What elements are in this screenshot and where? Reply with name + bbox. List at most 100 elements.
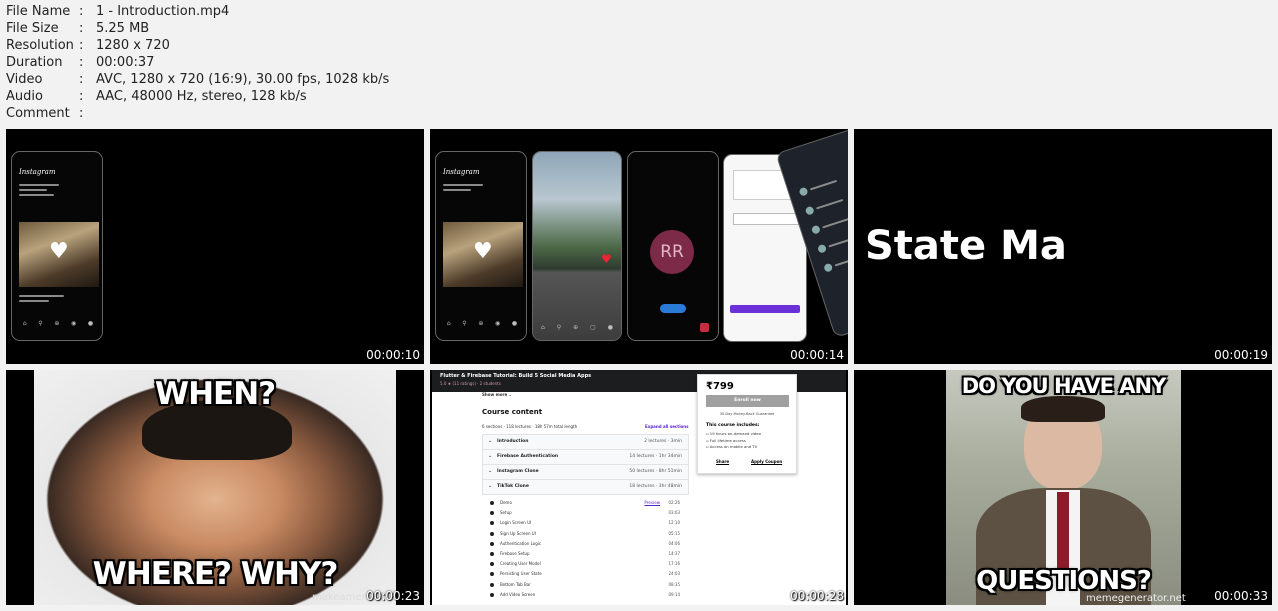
lecture-item[interactable]: Add Video Screen 09:14: [490, 592, 680, 597]
meme-top-caption: DO YOU HAVE ANY: [961, 374, 1167, 398]
meme-image: WHEN? WHERE? WHY?: [34, 370, 396, 605]
play-icon: [490, 511, 494, 516]
section-title: Introduction: [497, 439, 529, 444]
lecture-duration: 05:15: [668, 530, 680, 536]
lecture-duration: 14:37: [668, 551, 680, 556]
preview-link[interactable]: Preview: [644, 500, 660, 505]
apply-coupon-button[interactable]: Apply Coupon: [751, 459, 782, 464]
section-info: 50 lectures · 8hr 51min: [629, 469, 682, 474]
timestamp: 00:00:28: [790, 589, 844, 603]
chevron-down-icon: ⌄: [488, 483, 493, 489]
lecture-item[interactable]: Firebase Setup 14:37: [490, 551, 680, 556]
lecture-item[interactable]: Setup 03:03: [490, 510, 680, 516]
play-icon: [490, 582, 494, 587]
watermark: memegenerator.net: [1086, 593, 1186, 604]
timestamp: 00:00:14: [790, 348, 844, 362]
lecture-title: Authentication Logic: [500, 540, 542, 546]
meme-bottom-caption: QUESTIONS?: [976, 566, 1152, 596]
lecture-title: Demo: [500, 500, 512, 505]
section-title: Firebase Authentication: [497, 454, 559, 459]
heart-icon: ♥: [473, 239, 493, 264]
course-page: Flutter & Firebase Tutorial: Build 5 Soc…: [432, 370, 846, 605]
thumbnail-6[interactable]: DO YOU HAVE ANY QUESTIONS? memegenerator…: [854, 370, 1272, 605]
play-icon: [490, 541, 494, 546]
instagram-logo: Instagram: [19, 168, 56, 176]
include-item: ▫ 19 hours on-demand video: [706, 431, 761, 436]
lecture-title: Bottom Tab Bar: [500, 581, 531, 587]
lecture-item[interactable]: Demo Preview 02:26: [490, 500, 680, 505]
lecture-duration: 03:03: [668, 510, 680, 516]
section-title: Instagram Clone: [497, 469, 539, 474]
lecture-item[interactable]: Sign Up Screen UI 05:15: [490, 531, 680, 536]
meme-top-caption: WHEN?: [154, 376, 276, 412]
lecture-duration: 02:26: [668, 500, 680, 505]
phone-instagram: Instagram ♥ ⌂ ⚲ ⊕ ◉ ●: [435, 151, 527, 341]
meme-image: DO YOU HAVE ANY QUESTIONS?: [946, 370, 1181, 605]
play-icon: [490, 562, 494, 567]
timestamp: 00:00:19: [1214, 348, 1268, 362]
lecture-duration: 09:14: [668, 591, 680, 597]
phone-tiktok: ♥ ⌂ ⚲ ⊕ ▢ ●: [532, 151, 622, 341]
include-text: Full lifetime access: [709, 437, 746, 443]
lecture-item[interactable]: Creating User Model 17:16: [490, 561, 680, 567]
thumbnail-2[interactable]: Instagram ♥ ⌂ ⚲ ⊕ ◉ ● ♥ ⌂ ⚲ ⊕ ▢ ● RR 00:…: [430, 129, 848, 364]
play-icon: [490, 521, 494, 526]
lecture-duration: 17:16: [668, 561, 680, 567]
thumbnail-3[interactable]: State Ma 00:00:19: [854, 129, 1272, 364]
lecture-title: Persisting User State: [500, 571, 542, 577]
include-item: ▫ Full lifetime access: [706, 438, 746, 443]
course-section[interactable]: ⌄ Instagram Clone 50 lectures · 8hr 51min: [482, 464, 689, 480]
play-icon: [490, 572, 494, 577]
include-item: ▫ Access on mobile and TV: [706, 444, 757, 449]
title-text: State Ma: [865, 223, 1067, 269]
section-info: 14 lectures · 1hr 34min: [629, 454, 682, 459]
lecture-title: Setup: [500, 510, 512, 516]
course-rating: 5.0 ★ (11 ratings) · 2 students: [440, 381, 501, 386]
lecture-title: Add Video Screen: [500, 591, 536, 597]
lecture-item[interactable]: Persisting User State 24:03: [490, 571, 680, 577]
section-info: 2 lectures · 3min: [644, 439, 682, 444]
course-section[interactable]: ⌄ Firebase Authentication 14 lectures · 1h…: [482, 449, 689, 465]
lecture-duration: 24:03: [668, 571, 680, 577]
course-section[interactable]: ⌄ TikTok Clone 18 lectures · 3hr 48min: [482, 479, 689, 495]
lecture-title: Sign Up Screen UI: [500, 530, 536, 536]
enroll-button[interactable]: Enroll now: [706, 395, 789, 407]
lecture-duration: 04:06: [668, 540, 680, 546]
share-button[interactable]: Share: [716, 459, 729, 464]
phone-mockup: Instagram ♥ ⌂ ⚲ ⊕ ◉ ●: [11, 151, 103, 341]
play-icon: [490, 552, 494, 556]
bottom-nav: ⌂ ⚲ ⊕ ◉ ●: [22, 320, 94, 327]
thumbnail-5[interactable]: Flutter & Firebase Tutorial: Build 5 Soc…: [430, 370, 848, 605]
timestamp: 00:00:33: [1214, 589, 1268, 603]
lecture-duration: 08:35: [668, 581, 680, 587]
lecture-item[interactable]: Login Screen UI 12:10: [490, 520, 680, 526]
section-title: TikTok Clone: [497, 484, 529, 489]
lecture-title: Creating User Model: [500, 561, 541, 567]
show-more-link[interactable]: Show more ⌄: [482, 392, 512, 397]
course-section[interactable]: ⌄ Introduction 2 lectures · 3min: [482, 434, 689, 450]
thumbnail-1[interactable]: Instagram ♥ ⌂ ⚲ ⊕ ◉ ● 00:00:10: [6, 129, 424, 364]
price-card: ₹799 Enroll now 30-Day Money-Back Guaran…: [697, 374, 797, 474]
lecture-item[interactable]: Bottom Tab Bar 08:35: [490, 582, 680, 587]
course-price: ₹799: [706, 381, 734, 392]
play-icon: [490, 592, 494, 597]
section-info: 18 lectures · 3hr 48min: [629, 484, 682, 489]
thumbnail-grid: Instagram ♥ ⌂ ⚲ ⊕ ◉ ● 00:00:10 Instagram ♥ ⌂…: [0, 0, 1278, 611]
lecture-item[interactable]: Authentication Logic 04:06: [490, 541, 680, 546]
play-icon: [490, 501, 494, 505]
caller-avatar: RR: [650, 230, 694, 274]
meme-bottom-caption: WHERE? WHY?: [92, 556, 339, 592]
phone-call: RR: [627, 151, 719, 341]
lecture-title: Firebase Setup: [500, 551, 530, 556]
guarantee-text: 30-Day Money-Back Guarantee: [719, 412, 775, 416]
timestamp: 00:00:23: [366, 589, 420, 603]
expand-all-link[interactable]: Expand all sections: [645, 424, 689, 429]
chevron-down-icon: ⌄: [488, 468, 493, 474]
heart-icon: ♥: [601, 252, 612, 266]
lecture-title: Login Screen UI: [500, 520, 532, 526]
include-text: Access on mobile and TV: [709, 444, 758, 449]
instagram-logo: Instagram: [443, 168, 480, 176]
play-icon: [490, 531, 494, 536]
thumbnail-4[interactable]: WHEN? WHERE? WHY? makeameme 00:00:23: [6, 370, 424, 605]
include-text: 19 hours on-demand video: [709, 431, 761, 436]
